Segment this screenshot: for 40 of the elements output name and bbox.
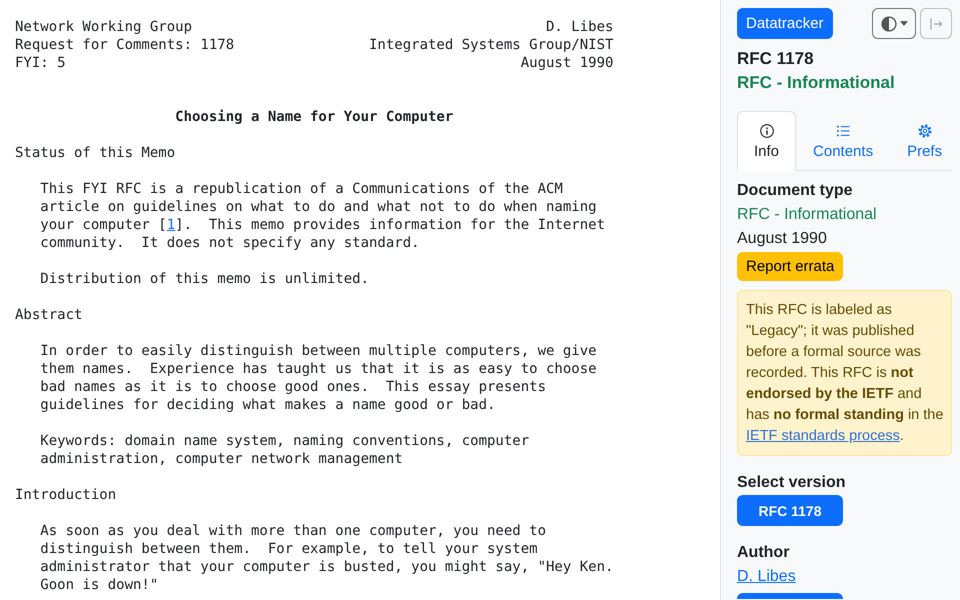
memo-header-text: D. Libes <box>546 18 614 36</box>
document-status: RFC - Informational <box>737 72 895 94</box>
document-name: RFC 1178 <box>737 48 814 70</box>
memo-paragraph: Distribution of this memo is unlimited. <box>39 270 370 288</box>
report-errata-button[interactable]: Report errata <box>737 252 844 281</box>
cut-off-button[interactable] <box>737 593 843 599</box>
memo-paragraph: In order to easily distinguish between multiple computers, we give them names. Experience has taught us that it is as easy to choose bad names as it is to choose good ones. This essay presents guidelines for deciding what makes a name good or bad. <box>39 342 598 414</box>
version-button[interactable]: RFC 1178 <box>737 495 843 526</box>
theme-menu-button[interactable] <box>872 8 916 39</box>
sidebar-tab[interactable]: Prefs <box>890 111 960 171</box>
document-title: Choosing a Name for Your Computer <box>174 108 454 126</box>
document-type: RFC - Informational <box>737 205 877 225</box>
field-heading: Document type <box>737 181 853 201</box>
field-heading: Author <box>737 543 790 563</box>
field-heading: Select version <box>737 473 846 493</box>
circle-half-icon <box>880 16 896 32</box>
sidebar-tab[interactable]: Contents <box>796 111 890 171</box>
section-heading: Introduction <box>15 486 118 504</box>
gear-icon <box>918 124 932 138</box>
caret-icon <box>900 21 908 26</box>
legacy-notice: This RFC is labeled as "Legacy"; it was published before a formal source was recorded. This RFC is not endorsed by the IETF and has no formal standing in the IETF standards process. <box>737 290 952 456</box>
memo-paragraph: This FYI RFC is a republication of a Communications of the ACM article on guidelines on what to do and what not to do when naming your computer [1]. This memo provides information for the Internet community. It does not specify any standard. <box>39 180 606 252</box>
author-link[interactable]: D. Libes <box>737 565 796 589</box>
info-icon <box>760 124 774 138</box>
datatracker-button[interactable]: Datatracker <box>737 8 833 39</box>
memo-header-text: Network Working Group <box>15 18 192 36</box>
list-icon <box>836 124 850 138</box>
section-heading: Abstract <box>15 306 84 324</box>
memo-header-text: Request for Comments: 1178 <box>15 36 234 54</box>
memo-header-text: Integrated Systems Group/NIST <box>369 36 614 54</box>
memo-paragraph: As soon as you deal with more than one computer, you need to distinguish between them. For example, to tell your system administrator that your computer is busted, you might say, "Hey Ken. Goon is down!" <box>39 522 614 594</box>
bar-arrow-icon <box>929 16 943 30</box>
memo-header-text: August 1990 <box>520 54 614 72</box>
memo-header-text: FYI: 5 <box>15 54 66 72</box>
reference-link[interactable]: 1 <box>166 217 176 233</box>
publication-date: August 1990 <box>737 229 827 249</box>
sidebar-tab[interactable]: Info <box>737 111 796 171</box>
section-heading: Status of this Memo <box>15 144 176 162</box>
standards-process-link[interactable]: IETF standards process <box>746 428 900 444</box>
memo-paragraph: Keywords: domain name system, naming conventions, computer administration, computer network management <box>39 432 530 468</box>
